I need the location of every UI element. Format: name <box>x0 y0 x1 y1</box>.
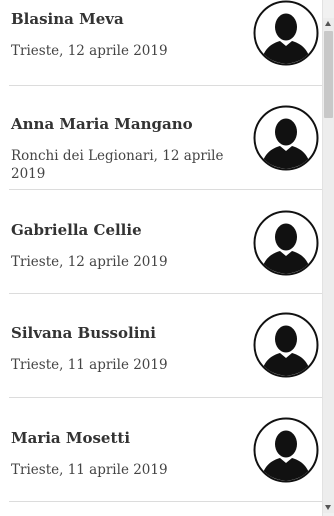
list-item[interactable]: Silvana Bussolini Trieste, 11 aprile 201… <box>9 294 322 398</box>
avatar[interactable] <box>253 0 319 66</box>
scroll-down-button[interactable] <box>323 501 334 513</box>
chevron-up-icon <box>325 21 331 26</box>
scroll-up-button[interactable] <box>323 18 334 30</box>
entry-text: Silvana Bussolini Trieste, 11 aprile 201… <box>11 324 241 374</box>
person-silhouette-icon <box>253 210 319 276</box>
entry-meta: Trieste, 11 aprile 2019 <box>11 462 168 478</box>
vertical-scrollbar[interactable] <box>322 0 334 516</box>
person-silhouette-icon <box>253 0 319 66</box>
list-item[interactable]: Blasina Meva Trieste, 12 aprile 2019 <box>9 0 322 86</box>
entry-text: Maria Mosetti Trieste, 11 aprile 2019 <box>11 429 241 479</box>
scroll-thumb[interactable] <box>324 31 333 118</box>
entry-text: Gabriella Cellie Trieste, 12 aprile 2019 <box>11 221 241 271</box>
avatar[interactable] <box>253 105 319 171</box>
avatar[interactable] <box>253 210 319 276</box>
entry-name[interactable]: Gabriella Cellie <box>11 221 241 239</box>
entry-name[interactable]: Maria Mosetti <box>11 429 241 447</box>
list-item[interactable]: Anna Maria Mangano Ronchi dei Legionari,… <box>9 86 322 190</box>
entry-meta: Trieste, 12 aprile 2019 <box>11 254 168 270</box>
obituary-list: Blasina Meva Trieste, 12 aprile 2019 Ann… <box>0 0 322 516</box>
avatar[interactable] <box>253 312 319 378</box>
entry-meta: Trieste, 12 aprile 2019 <box>11 43 168 59</box>
entry-name[interactable]: Blasina Meva <box>11 10 241 28</box>
entry-meta: Ronchi dei Legionari, 12 aprile 2019 <box>11 148 224 182</box>
list-item[interactable]: Maria Mosetti Trieste, 11 aprile 2019 <box>9 398 322 502</box>
list-item[interactable]: Gabriella Cellie Trieste, 12 aprile 2019 <box>9 190 322 294</box>
person-silhouette-icon <box>253 312 319 378</box>
person-silhouette-icon <box>253 417 319 483</box>
entry-meta: Trieste, 11 aprile 2019 <box>11 357 168 373</box>
entry-name[interactable]: Anna Maria Mangano <box>11 115 241 133</box>
entry-text: Blasina Meva Trieste, 12 aprile 2019 <box>11 10 241 60</box>
person-silhouette-icon <box>253 105 319 171</box>
avatar[interactable] <box>253 417 319 483</box>
entry-name[interactable]: Silvana Bussolini <box>11 324 241 342</box>
chevron-down-icon <box>325 505 331 510</box>
entry-text: Anna Maria Mangano Ronchi dei Legionari,… <box>11 115 241 183</box>
